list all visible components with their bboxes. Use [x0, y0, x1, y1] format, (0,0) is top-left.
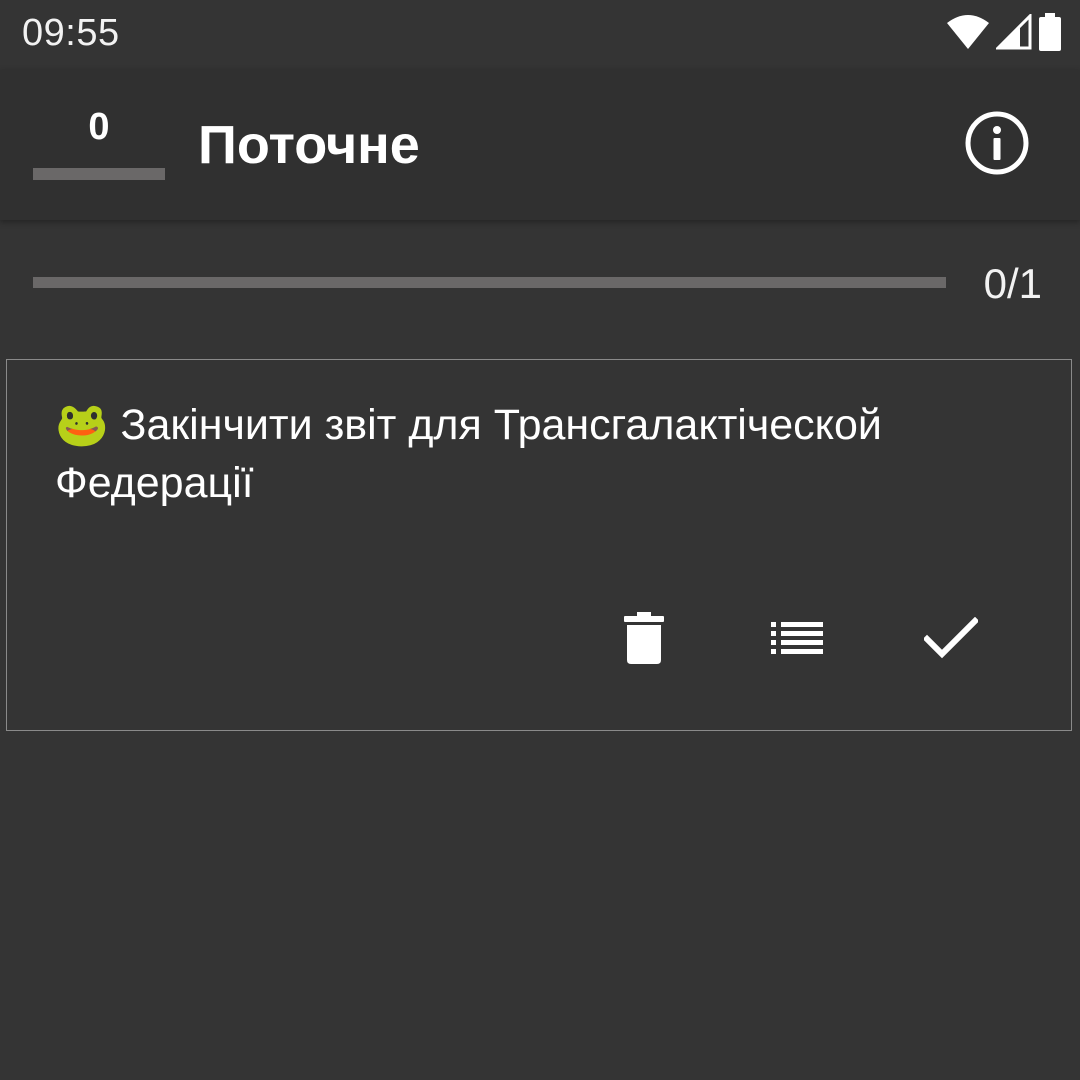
wifi-icon — [946, 13, 990, 56]
app-bar: 0 Поточне — [0, 70, 1080, 220]
check-icon — [922, 616, 980, 664]
complete-task-button[interactable] — [911, 600, 991, 680]
task-actions — [7, 600, 1073, 680]
cellular-signal-icon — [994, 11, 1032, 55]
status-bar: 09:55 — [0, 0, 1080, 70]
task-card[interactable]: 🐸 Закінчити звіт для Трансгалактіческой … — [6, 359, 1072, 731]
progress-bar — [33, 277, 946, 288]
delete-task-button[interactable] — [604, 600, 684, 680]
counter-underline — [33, 168, 165, 180]
page-title: Поточне — [198, 115, 420, 175]
progress-text: 0/1 — [983, 260, 1042, 307]
battery-icon — [1038, 12, 1062, 56]
subtasks-button[interactable] — [757, 600, 837, 680]
screen: 09:55 0 Поточне 0/1 🐸 Закінчити звіт для… — [0, 0, 1080, 1080]
status-time: 09:55 — [22, 12, 120, 54]
status-icons — [946, 11, 1062, 56]
info-button[interactable] — [962, 110, 1032, 180]
points-counter[interactable]: 0 — [33, 104, 165, 182]
counter-value: 0 — [88, 106, 110, 148]
trash-icon — [623, 611, 665, 669]
task-text: 🐸 Закінчити звіт для Трансгалактіческой … — [55, 401, 882, 507]
list-icon — [771, 621, 823, 659]
progress-row: 0/1 — [0, 220, 1080, 350]
info-icon — [964, 110, 1030, 181]
